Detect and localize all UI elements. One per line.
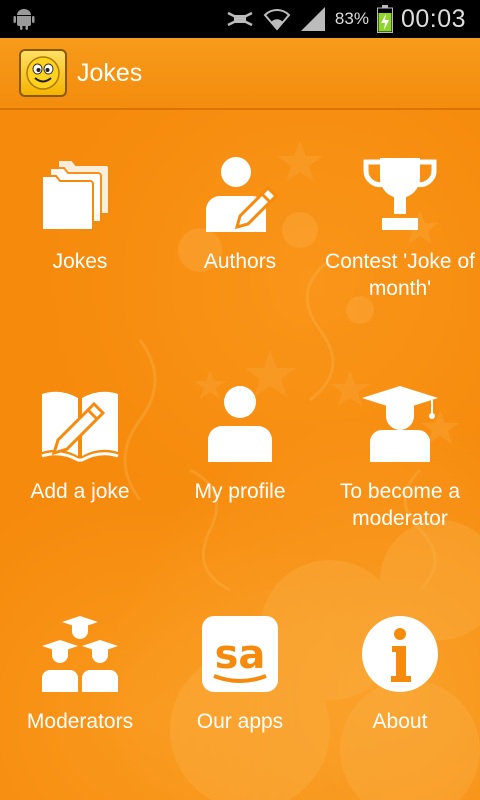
app-logo[interactable] (19, 49, 67, 97)
trophy-icon (363, 158, 437, 230)
folders-icon (41, 159, 110, 231)
graduates-icon (42, 616, 118, 692)
mute-icon (227, 11, 253, 27)
sa-icon: sa (202, 616, 278, 692)
menu-label: Moderators (26, 710, 134, 733)
android-icon (13, 9, 35, 30)
wifi-icon (263, 9, 291, 31)
menu-item-about[interactable]: About (320, 570, 480, 770)
status-bar: 83% 00:03 (0, 0, 480, 38)
info-icon (362, 616, 438, 692)
menu-item-jokes[interactable]: Jokes (0, 110, 160, 310)
menu-item-my-profile[interactable]: My profile (160, 340, 320, 540)
menu-label: Jokes (52, 250, 108, 273)
menu-label: Our apps (196, 710, 284, 733)
menu-label: Contest 'Joke of month' (325, 250, 475, 300)
menu-item-contest[interactable]: Contest 'Joke of month' (320, 110, 480, 310)
menu-label: Authors (203, 250, 277, 273)
menu-item-authors[interactable]: Authors (160, 110, 320, 310)
svg-text:sa: sa (215, 632, 266, 678)
main-menu: Jokes Authors Contest 'Joke of month' Ad… (0, 110, 480, 800)
menu-item-moderators[interactable]: Moderators (0, 570, 160, 770)
battery-percent: 83% (334, 9, 369, 28)
book-pencil-icon (41, 391, 119, 462)
smiley-icon (26, 56, 60, 90)
menu-label: About (372, 710, 428, 733)
menu-label: Add a joke (30, 480, 130, 503)
graduate-icon (362, 386, 438, 462)
menu-label: To become a moderator (339, 480, 461, 530)
battery-icon (376, 5, 393, 33)
menu-item-add-joke[interactable]: Add a joke (0, 340, 160, 540)
app-title: Jokes (77, 58, 143, 87)
menu-label: My profile (194, 480, 286, 503)
person-icon (208, 386, 272, 462)
signal-icon (300, 7, 325, 31)
action-bar: Jokes (0, 38, 480, 110)
author-icon (206, 157, 279, 232)
clock: 00:03 (400, 4, 466, 33)
menu-item-our-apps[interactable]: sa Our apps (160, 570, 320, 770)
menu-item-become-moderator[interactable]: To become a moderator (320, 340, 480, 540)
